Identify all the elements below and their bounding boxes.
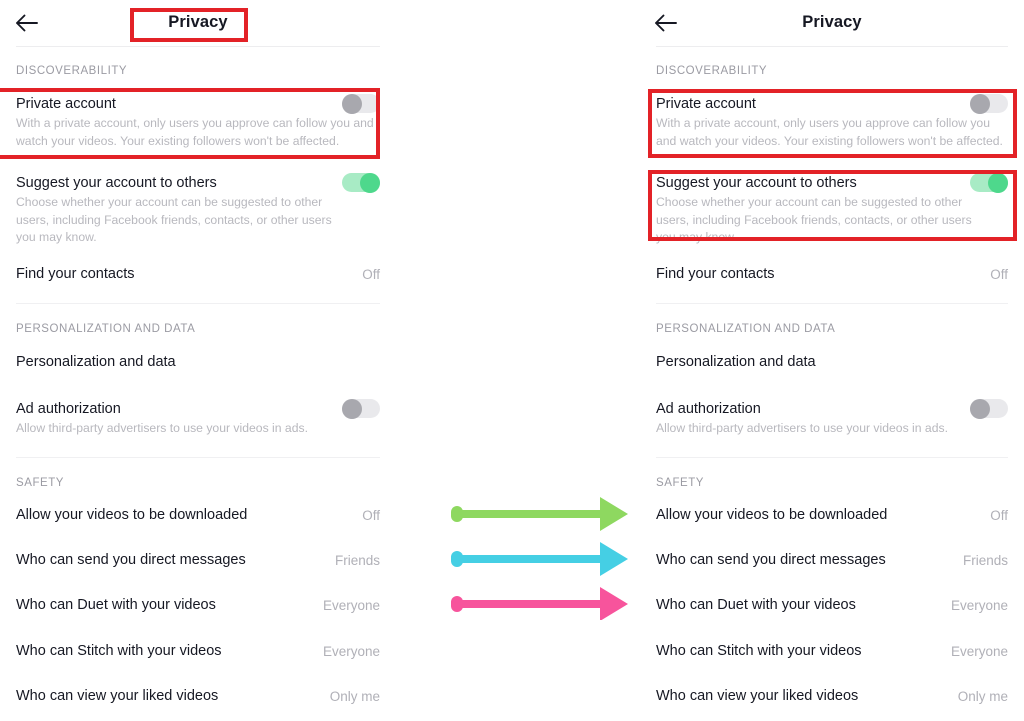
row-title: Personalization and data (656, 354, 816, 370)
row-value: Everyone (950, 643, 1008, 659)
row-title: Who can Duet with your videos (656, 597, 856, 613)
row-title: Who can view your liked videos (656, 688, 859, 704)
suggest-account-toggle[interactable] (970, 172, 1008, 193)
toggle-knob (988, 172, 1008, 193)
row-title: Who can send you direct messages (656, 552, 886, 568)
row-title: Who can send you direct messages (16, 552, 246, 568)
row-personalization-and-data[interactable]: Personalization and data (16, 354, 380, 370)
section-label-discoverability: DISCOVERABILITY (16, 65, 128, 77)
row-value: Everyone (950, 597, 1008, 613)
row-value: Friends (962, 552, 1008, 568)
row-description-ad-authorization: Allow third-party advertisers to use you… (16, 421, 308, 435)
row-find-your-contacts[interactable]: Find your contacts Off (16, 266, 380, 282)
row-title: Find your contacts (16, 266, 135, 282)
section-divider (656, 303, 1008, 304)
row-title: Suggest your account to others (656, 174, 857, 191)
row-description-suggest-account: Choose whether your account can be sugge… (16, 195, 332, 245)
screenshot-canvas: Privacy DISCOVERABILITY Private account … (0, 0, 1024, 721)
row-ad-authorization[interactable]: Ad authorization (16, 398, 380, 419)
row-who-can-stitch[interactable]: Who can Stitch with your videos Everyone (16, 643, 380, 659)
header-right: Privacy (640, 0, 1024, 47)
row-who-can-duet[interactable]: Who can Duet with your videos Everyone (656, 597, 1008, 613)
row-value: Everyone (322, 643, 380, 659)
row-value: Off (362, 266, 380, 282)
row-title: Ad authorization (16, 400, 121, 417)
section-label-safety: SAFETY (656, 477, 705, 489)
section-divider (16, 457, 380, 458)
row-personalization-and-data[interactable]: Personalization and data (656, 354, 1008, 370)
row-description-ad-authorization: Allow third-party advertisers to use you… (656, 421, 948, 435)
row-value: Off (990, 266, 1008, 282)
private-account-toggle[interactable] (970, 93, 1008, 114)
row-private-account[interactable]: Private account (656, 93, 1008, 114)
row-title: Who can Duet with your videos (16, 597, 216, 613)
row-value: Only me (329, 688, 380, 704)
page-title: Privacy (802, 13, 862, 31)
row-allow-videos-downloaded[interactable]: Allow your videos to be downloaded Off (656, 507, 1008, 523)
row-title: Allow your videos to be downloaded (16, 507, 248, 523)
header-divider (656, 46, 1008, 47)
section-label-personalization: PERSONALIZATION AND DATA (16, 323, 196, 335)
ad-authorization-toggle[interactable] (970, 398, 1008, 419)
section-divider (16, 303, 380, 304)
row-value: Off (362, 507, 380, 523)
pink-arrow (451, 587, 628, 620)
toggle-knob (342, 398, 362, 419)
section-label-personalization: PERSONALIZATION AND DATA (656, 323, 836, 335)
row-suggest-account[interactable]: Suggest your account to others (16, 172, 380, 193)
row-suggest-account[interactable]: Suggest your account to others (656, 172, 1008, 193)
row-private-account[interactable]: Private account (16, 93, 380, 114)
green-arrow (451, 497, 628, 531)
row-who-can-send-direct-messages[interactable]: Who can send you direct messages Friends (16, 552, 380, 568)
cyan-arrow (451, 542, 628, 576)
suggest-account-toggle[interactable] (342, 172, 380, 193)
row-title: Find your contacts (656, 266, 775, 282)
row-title: Private account (16, 95, 116, 112)
row-description-private-account: With a private account, only users you a… (656, 116, 1003, 148)
row-title: Allow your videos to be downloaded (656, 507, 888, 523)
row-value: Off (990, 507, 1008, 523)
row-title: Private account (656, 95, 756, 112)
row-who-can-stitch[interactable]: Who can Stitch with your videos Everyone (656, 643, 1008, 659)
row-title: Suggest your account to others (16, 174, 217, 191)
row-value: Only me (957, 688, 1008, 704)
row-title: Who can Stitch with your videos (16, 643, 222, 659)
row-value: Everyone (322, 597, 380, 613)
toggle-knob (970, 398, 990, 419)
row-description-private-account: With a private account, only users you a… (16, 116, 374, 148)
row-find-your-contacts[interactable]: Find your contacts Off (656, 266, 1008, 282)
ad-authorization-toggle[interactable] (342, 398, 380, 419)
row-ad-authorization[interactable]: Ad authorization (656, 398, 1008, 419)
row-who-can-view-liked-videos[interactable]: Who can view your liked videos Only me (16, 688, 380, 704)
row-title: Personalization and data (16, 354, 176, 370)
toggle-knob (360, 172, 380, 193)
row-title: Ad authorization (656, 400, 761, 417)
header-left: Privacy (0, 0, 396, 47)
header-divider (16, 46, 380, 47)
section-label-discoverability: DISCOVERABILITY (656, 65, 768, 77)
private-account-toggle[interactable] (342, 93, 380, 114)
annotation-arrows (450, 495, 635, 620)
row-description-suggest-account: Choose whether your account can be sugge… (656, 195, 972, 245)
section-label-safety: SAFETY (16, 477, 65, 489)
row-allow-videos-downloaded[interactable]: Allow your videos to be downloaded Off (16, 507, 380, 523)
row-who-can-send-direct-messages[interactable]: Who can send you direct messages Friends (656, 552, 1008, 568)
privacy-screen-right: Privacy DISCOVERABILITY Private account … (640, 0, 1024, 721)
toggle-knob (970, 93, 990, 114)
page-title: Privacy (168, 13, 228, 31)
section-divider (656, 457, 1008, 458)
row-value: Friends (334, 552, 380, 568)
row-who-can-view-liked-videos[interactable]: Who can view your liked videos Only me (656, 688, 1008, 704)
privacy-screen-left: Privacy DISCOVERABILITY Private account … (0, 0, 396, 721)
toggle-knob (342, 93, 362, 114)
row-who-can-duet[interactable]: Who can Duet with your videos Everyone (16, 597, 380, 613)
row-title: Who can Stitch with your videos (656, 643, 862, 659)
row-title: Who can view your liked videos (16, 688, 219, 704)
